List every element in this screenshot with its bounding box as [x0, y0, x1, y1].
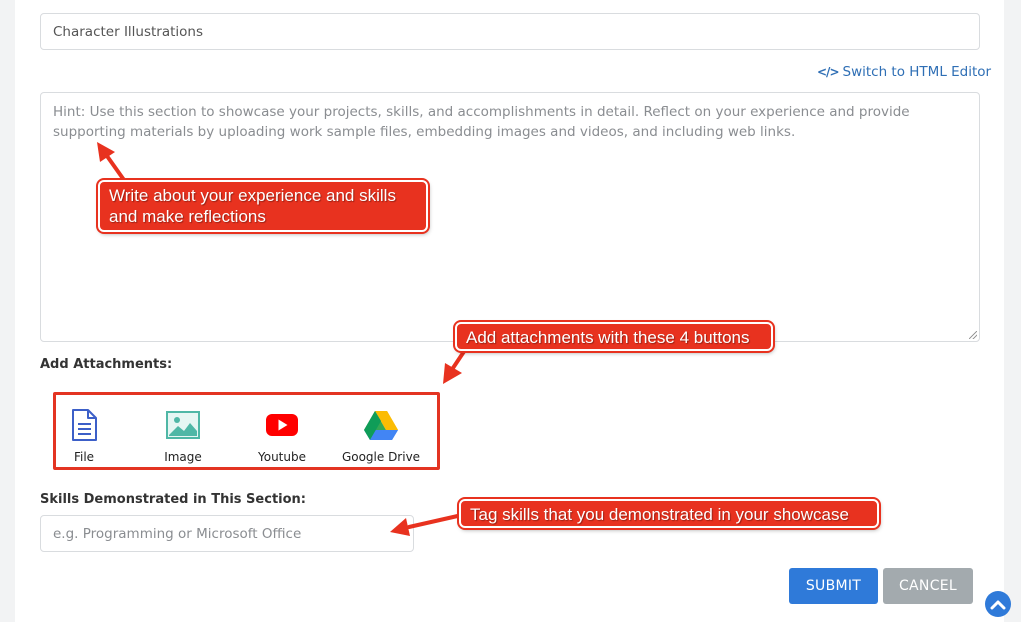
description-placeholder: Hint: Use this section to showcase your …	[53, 104, 910, 140]
image-icon	[138, 409, 228, 441]
attach-file-button[interactable]: File	[39, 409, 129, 464]
attach-google-drive-button[interactable]: Google Drive	[336, 409, 426, 464]
code-icon: </>	[817, 65, 839, 79]
youtube-icon	[237, 409, 327, 441]
attachments-label: Add Attachments:	[40, 357, 173, 372]
submit-button[interactable]: SUBMIT	[789, 568, 878, 604]
skills-tag-input[interactable]	[40, 515, 414, 552]
file-icon	[39, 409, 129, 441]
reflection-annotation: Write about your experience and skills a…	[98, 180, 428, 232]
switch-to-html-editor-link[interactable]: </> Switch to HTML Editor	[817, 63, 991, 81]
google-drive-icon	[336, 409, 426, 441]
skills-annotation: Tag skills that you demonstrated in your…	[459, 499, 879, 528]
chevron-up-icon	[990, 600, 1006, 610]
resize-handle-icon[interactable]	[969, 331, 977, 339]
cancel-button[interactable]: CANCEL	[883, 568, 973, 604]
attach-image-label: Image	[164, 450, 202, 464]
scroll-to-top-button[interactable]	[985, 591, 1011, 617]
attachments-annotation: Add attachments with these 4 buttons	[455, 322, 773, 351]
html-editor-link-label: Switch to HTML Editor	[842, 64, 992, 80]
skills-label: Skills Demonstrated in This Section:	[40, 492, 306, 507]
attach-youtube-label: Youtube	[258, 450, 306, 464]
attach-youtube-button[interactable]: Youtube	[237, 409, 327, 464]
attachment-buttons-highlight: File Image Youtube Google Drive	[53, 392, 440, 470]
attach-file-label: File	[73, 450, 95, 464]
attach-google-drive-label: Google Drive	[341, 450, 421, 464]
attach-image-button[interactable]: Image	[138, 409, 228, 464]
section-title-input[interactable]	[40, 13, 980, 50]
